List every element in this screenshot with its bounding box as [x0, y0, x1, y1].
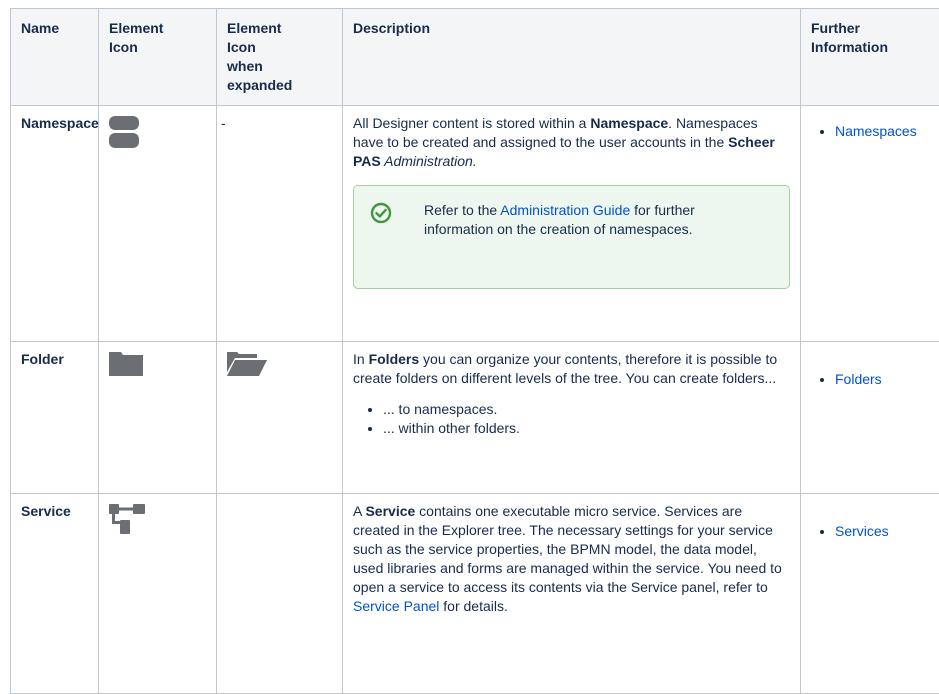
header-description: Description: [343, 9, 801, 106]
row-name-service: Service: [11, 494, 99, 694]
table-header-row: Name Element Icon Element Icon when expa…: [11, 9, 939, 106]
folders-link[interactable]: Folders: [835, 371, 882, 387]
check-circle-icon: [370, 202, 392, 224]
description-cell: In Folders you can organize your content…: [343, 342, 801, 494]
folder-bullets: ... to namespaces. ... within other fold…: [353, 400, 790, 438]
expanded-icon-cell: [217, 342, 343, 494]
panel-text: Refer to the Administration Guide for fu…: [424, 201, 704, 239]
header-further-information: Further Information: [801, 9, 939, 106]
database-icon: [109, 116, 139, 148]
content-area: Name Element Icon Element Icon when expa…: [10, 8, 939, 694]
folder-open-icon: [227, 352, 267, 376]
service-panel-link[interactable]: Service Panel: [353, 598, 439, 614]
list-item: ... within other folders.: [383, 419, 790, 438]
further-info-list: Namespaces: [811, 122, 939, 141]
service-tree-icon: [109, 504, 145, 534]
expanded-icon-cell: [217, 494, 343, 694]
element-icon-cell: [99, 106, 217, 342]
element-icon-cell: [99, 342, 217, 494]
folder-description: In Folders you can organize your content…: [353, 350, 790, 388]
folder-icon: [109, 352, 143, 376]
row-name-namespace: Namespace: [11, 106, 99, 342]
administration-guide-link[interactable]: Administration Guide: [500, 202, 630, 218]
description-cell: A Service contains one executable micro …: [343, 494, 801, 694]
description-cell: All Designer content is stored within a …: [343, 106, 801, 342]
expanded-icon-cell: -: [217, 106, 343, 342]
namespace-description: All Designer content is stored within a …: [353, 114, 790, 171]
table-row: Folder In Folders you can organize your …: [11, 342, 939, 494]
further-info-cell: Services: [801, 494, 939, 694]
header-element-icon-expanded: Element Icon when expanded: [217, 9, 343, 106]
header-name: Name: [11, 9, 99, 106]
element-icon-cell: [99, 494, 217, 694]
further-info-list: Services: [811, 522, 939, 541]
element-table: Name Element Icon Element Icon when expa…: [10, 8, 939, 694]
further-info-cell: Namespaces: [801, 106, 939, 342]
list-item: Folders: [835, 370, 939, 389]
service-description: A Service contains one executable micro …: [353, 502, 790, 616]
success-info-panel: Refer to the Administration Guide for fu…: [353, 185, 790, 289]
list-item: Namespaces: [835, 122, 939, 141]
table-row: Namespace - All Designer content is stor…: [11, 106, 939, 342]
row-name-folder: Folder: [11, 342, 99, 494]
header-element-icon: Element Icon: [99, 9, 217, 106]
namespaces-link[interactable]: Namespaces: [835, 123, 917, 139]
list-item: Services: [835, 522, 939, 541]
further-info-list: Folders: [811, 370, 939, 389]
services-link[interactable]: Services: [835, 523, 889, 539]
further-info-cell: Folders: [801, 342, 939, 494]
table-row: Service A Service contains one executabl…: [11, 494, 939, 694]
list-item: ... to namespaces.: [383, 400, 790, 419]
